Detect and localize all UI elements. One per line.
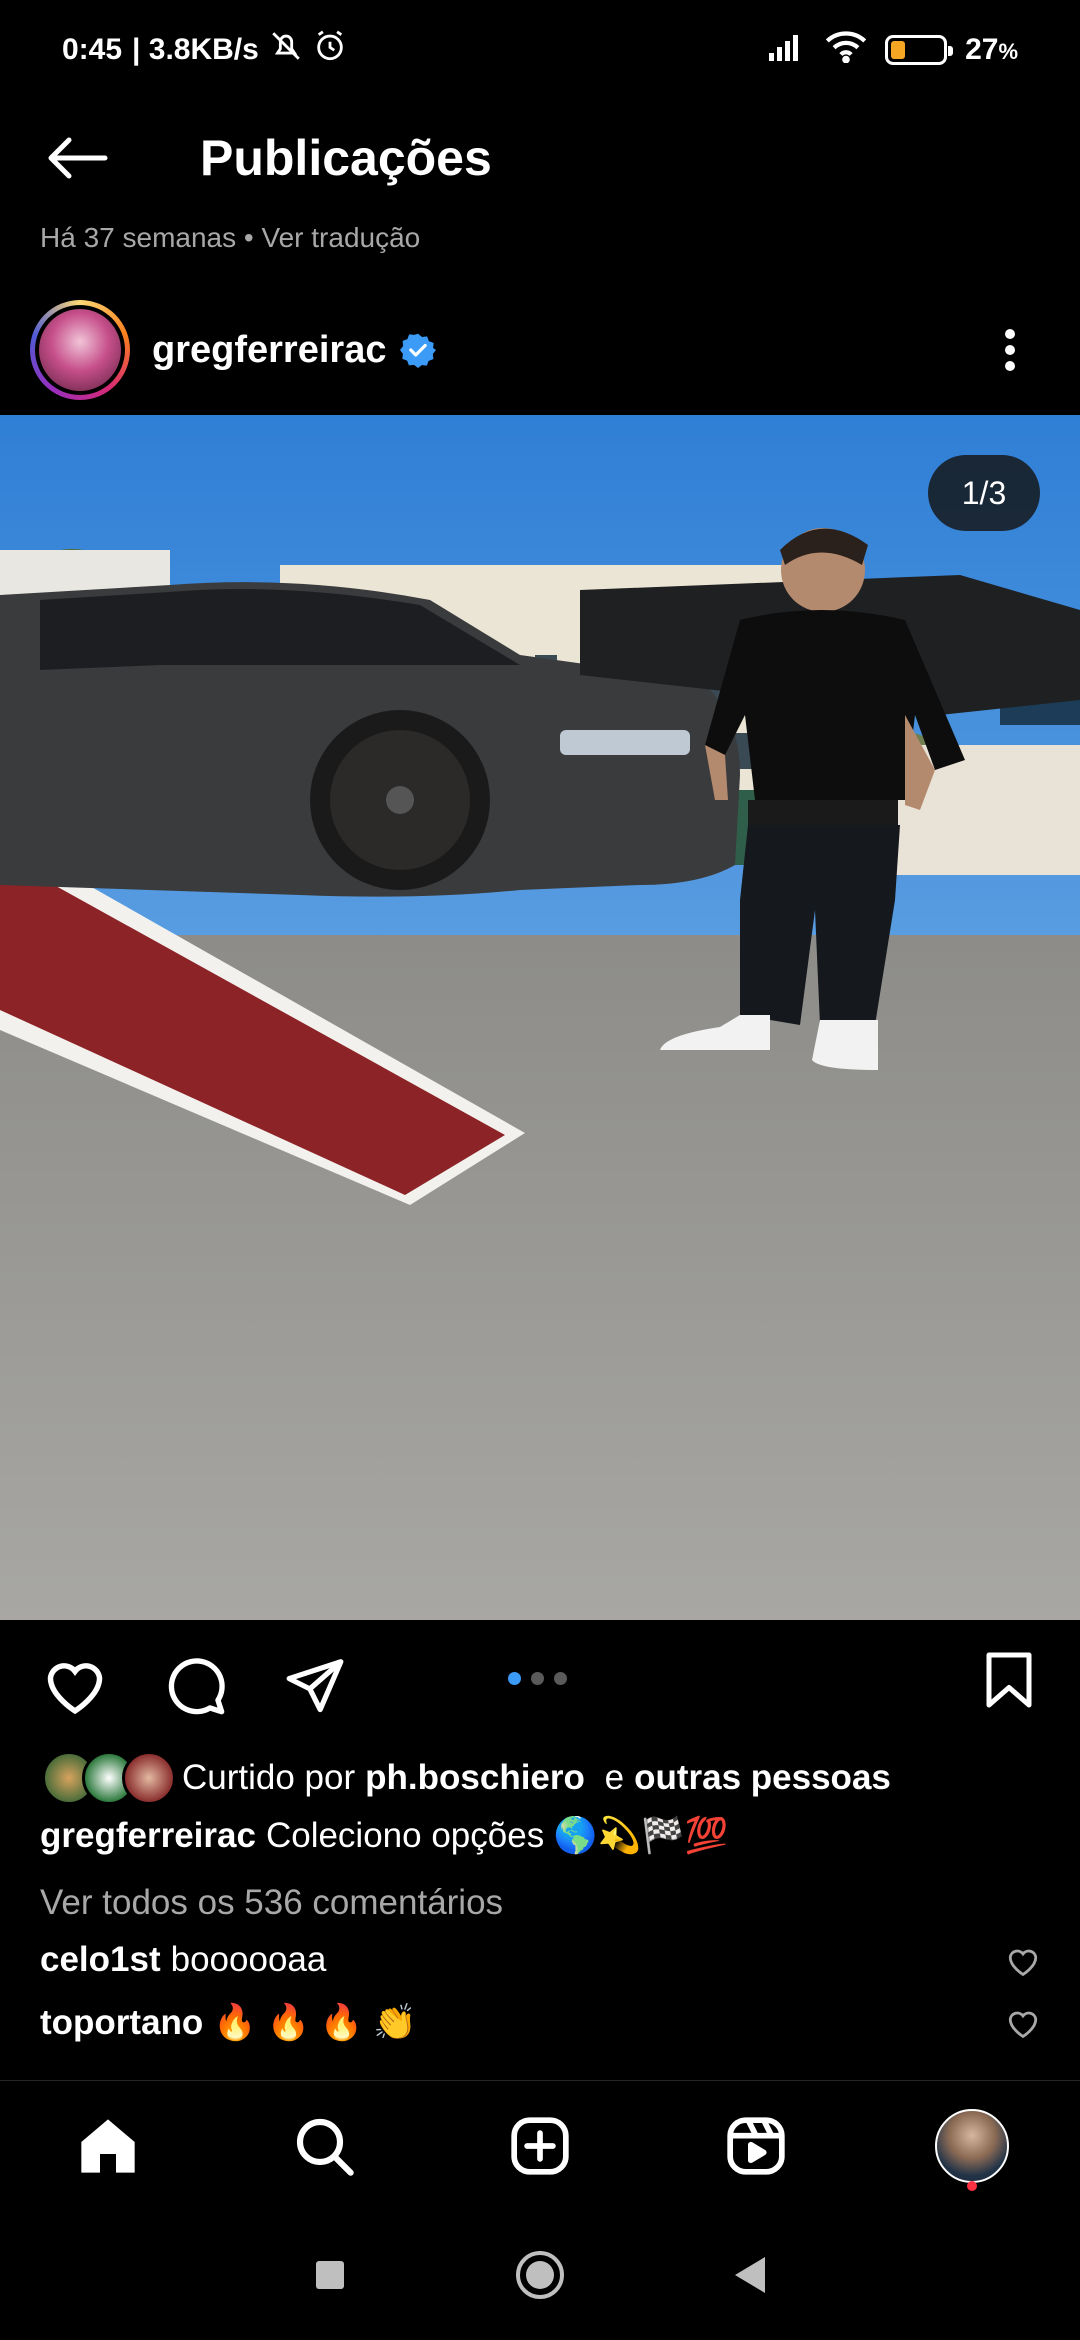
home-system-button[interactable] — [510, 2245, 570, 2305]
back-button[interactable] — [42, 123, 112, 193]
nav-reels[interactable] — [711, 2101, 801, 2191]
battery-icon — [885, 35, 954, 65]
heart-icon — [47, 1663, 103, 1715]
comment-text: 🔥 🔥 🔥 👏 — [213, 2003, 417, 2042]
circle-icon — [516, 2251, 564, 2299]
caption-text: Coleciono opções 🌎💫🏁💯 — [265, 1816, 729, 1855]
likes-connector: e — [604, 1758, 625, 1797]
page-title: Publicações — [200, 129, 492, 186]
nav-profile[interactable] — [927, 2101, 1017, 2191]
home-icon — [81, 2118, 135, 2173]
caption: gregferreirac Coleciono opções 🌎💫🏁💯 — [40, 1815, 728, 1856]
status-time: 0:45 — [62, 33, 123, 66]
wifi-icon — [825, 29, 867, 71]
likes-row[interactable]: Curtido por ph.boschiero e outras pessoas — [42, 1750, 891, 1806]
nav-create[interactable] — [495, 2101, 585, 2191]
comment-like-icon[interactable] — [1006, 1944, 1040, 1978]
profile-avatar — [935, 2108, 1009, 2183]
back-system-button[interactable] — [720, 2245, 780, 2305]
arrow-left-icon — [48, 137, 108, 178]
nav-home[interactable] — [63, 2101, 153, 2191]
add-post-icon — [511, 2116, 569, 2175]
previous-post-meta: Há 37 semanas • Ver tradução — [40, 222, 421, 253]
nav-search[interactable] — [279, 2101, 369, 2191]
carousel-dot-active — [508, 1672, 521, 1685]
bookmark-icon — [986, 1652, 1032, 1708]
search-icon — [296, 2118, 354, 2176]
post-photo-illustration — [0, 415, 1080, 1620]
send-icon — [286, 1659, 344, 1713]
liker-avatar — [122, 1751, 176, 1805]
network-speed: | 3.8KB/s — [132, 33, 259, 66]
likes-text: Curtido por ph.boschiero e outras pessoas — [182, 1758, 891, 1798]
caption-username[interactable]: gregferreirac — [40, 1816, 256, 1855]
comment-button[interactable] — [160, 1650, 230, 1720]
likes-prefix: Curtido por — [182, 1758, 356, 1797]
signal-icon — [767, 31, 807, 69]
status-right: 27% — [767, 29, 1018, 71]
like-button[interactable] — [40, 1650, 110, 1720]
comment-row: toportano 🔥 🔥 🔥 👏 — [40, 2002, 1040, 2043]
notification-dot — [967, 2180, 977, 2191]
recents-button[interactable] — [300, 2245, 360, 2305]
comment-icon — [168, 1658, 225, 1715]
more-options-button[interactable] — [990, 320, 1030, 380]
verified-badge-icon — [400, 333, 437, 368]
media-counter-badge: 1/3 — [928, 455, 1040, 531]
carousel-dot — [531, 1672, 544, 1685]
post-photo[interactable]: 1/3 — [0, 415, 1080, 1620]
mute-icon — [269, 29, 303, 71]
comment-username[interactable]: celo1st — [40, 1940, 161, 1980]
carousel-dot — [554, 1672, 567, 1685]
action-bar — [0, 1640, 1080, 1730]
comment-like-icon[interactable] — [1006, 2006, 1040, 2040]
battery-percent: 27% — [965, 33, 1018, 66]
status-bar: 0:45 | 3.8KB/s 27% — [0, 0, 1080, 100]
avatar[interactable] — [30, 300, 130, 400]
likes-user[interactable]: ph.boschiero — [365, 1758, 585, 1797]
alarm-icon — [313, 29, 347, 71]
comment-text: boooooaa — [170, 1940, 327, 1979]
save-button[interactable] — [974, 1645, 1044, 1715]
liker-avatars — [42, 1751, 176, 1805]
square-icon — [316, 2261, 344, 2289]
app-header: Publicações — [0, 100, 1080, 215]
comment-row: celo1st boooooaa — [40, 1940, 1040, 1980]
view-all-comments-link[interactable]: Ver todos os 536 comentários — [40, 1883, 503, 1923]
status-left: 0:45 | 3.8KB/s — [62, 29, 347, 71]
more-vertical-icon — [1005, 329, 1015, 371]
likes-others[interactable]: outras pessoas — [634, 1758, 891, 1797]
post-header: gregferreirac — [0, 285, 1080, 415]
carousel-dots — [508, 1672, 567, 1685]
bottom-nav — [0, 2080, 1080, 2210]
comment-username[interactable]: toportano — [40, 2003, 203, 2043]
share-button[interactable] — [280, 1650, 350, 1720]
battery-level — [891, 41, 906, 59]
system-nav-bar — [0, 2210, 1080, 2340]
avatar-image — [39, 309, 121, 391]
post-username[interactable]: gregferreirac — [152, 329, 386, 372]
triangle-back-icon — [735, 2257, 765, 2293]
reels-icon — [727, 2116, 785, 2175]
